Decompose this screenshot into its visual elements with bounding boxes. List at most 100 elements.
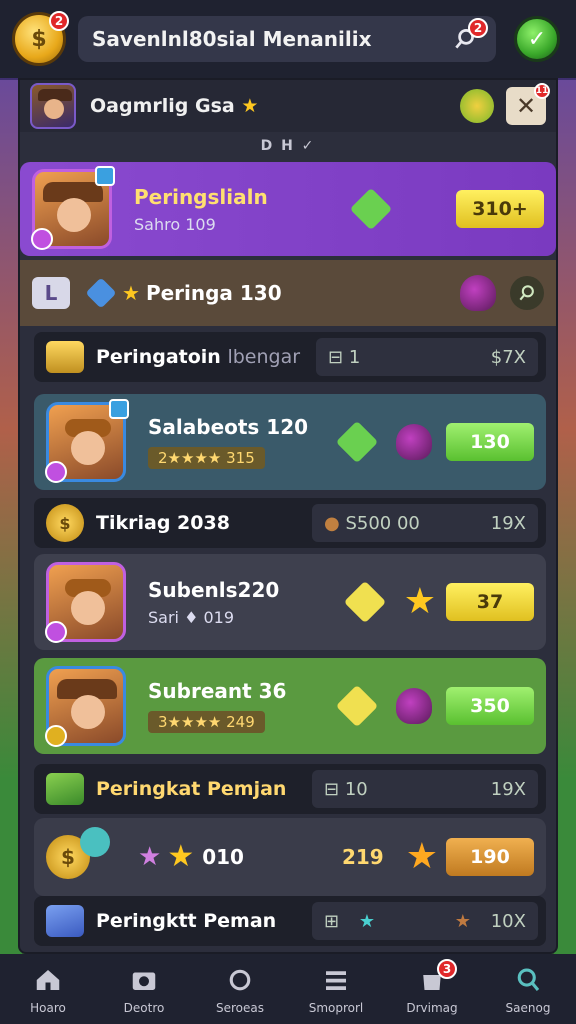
avatar	[31, 166, 115, 250]
avatar[interactable]	[30, 83, 76, 129]
row-subtitle: lbengar	[227, 346, 301, 368]
notification-badge: 2	[468, 18, 488, 38]
pouch-icon: ●	[324, 512, 346, 534]
leaderboard-row[interactable]: Salabeots 120 2★★★★ 315 130	[34, 394, 546, 490]
stat-value: 10X	[490, 910, 526, 932]
player-name: Salabeots 120	[148, 415, 309, 439]
player-score: Sahro 109	[134, 214, 216, 234]
box-icon: ⊟	[324, 778, 345, 800]
nav-camera[interactable]: Deotro	[99, 963, 189, 1015]
player-name: Peringslialn	[134, 184, 268, 209]
monster-icon	[460, 275, 496, 311]
nav-refresh[interactable]: Seroeas	[195, 963, 285, 1015]
nav-list[interactable]: Smoprorl	[291, 963, 381, 1015]
bottom-nav: Hoaro Deotro Seroeas Smoprorl 3 Drvimag …	[0, 954, 576, 1024]
notification-badge: 3	[437, 959, 457, 979]
leaf-icon	[46, 773, 84, 805]
player-score: 3★★★★ 249	[148, 711, 265, 733]
gem-icon	[335, 684, 379, 728]
player-points: 219	[341, 845, 384, 869]
home-icon	[31, 963, 65, 997]
leaderboard-row[interactable]: Subreant 36 3★★★★ 249 350	[34, 658, 546, 754]
leaderboard-row[interactable]: $ ★ ★ 010 219 ★ 190	[34, 818, 546, 896]
leaderboard-row[interactable]: Peringkat Pemjan ⊟ 10 19X	[34, 764, 546, 814]
gold-bar-icon	[46, 341, 84, 373]
close-button[interactable]: ✕ 11	[506, 83, 550, 125]
stat-box: ⊟ 1 $7X	[316, 338, 538, 376]
profile-button[interactable]: ✓	[514, 16, 560, 62]
star-icon: ★	[454, 910, 471, 932]
star-icon: ★	[122, 281, 140, 305]
star-icon: ★	[403, 581, 436, 622]
shield-icon	[46, 905, 84, 937]
avatar	[45, 562, 126, 643]
stat-value: 19X	[490, 512, 526, 534]
crystal-icon	[85, 277, 117, 309]
notification-badge: 11	[534, 83, 550, 99]
coin-icon: $	[46, 504, 84, 542]
leaf-icon: ✓	[527, 26, 547, 52]
puzzle-icon: ⊞	[324, 910, 340, 932]
leaderboard-row[interactable]: Peringktt Peman ⊞ ★ ★ 10X	[34, 896, 546, 946]
stat-box: ⊞ ★ ★ 10X	[312, 902, 538, 940]
leaderboard-row[interactable]: $ Tikriag 2038 ● S500 00 19X	[34, 498, 546, 548]
stat-value: $7X	[490, 346, 526, 368]
search-icon	[511, 963, 545, 997]
row-title: Peringkat Pemjan	[96, 778, 287, 800]
player-score: 2★★★★ 315	[148, 447, 265, 469]
refresh-icon	[223, 963, 257, 997]
value-pill: 130	[446, 423, 534, 461]
nav-search[interactable]: Saenog	[483, 963, 573, 1015]
avatar	[45, 399, 129, 483]
star-icon: ★	[405, 836, 438, 877]
search-icon[interactable]	[510, 276, 544, 310]
star-icon: ★	[138, 842, 162, 872]
leaderboard-panel: Oagmrlig Gsa ★ ✕ 11 D H ✓ Peringslialn S…	[18, 78, 558, 954]
leaderboard-row[interactable]: L ★ Peringa 130	[20, 260, 556, 326]
row-title: Tikriag 2038	[96, 512, 230, 534]
search-button[interactable]: 2	[448, 18, 488, 56]
cactus-icon	[460, 89, 494, 123]
monster-icon	[396, 424, 432, 460]
stat-box: ● S500 00 19X	[312, 504, 538, 542]
close-icon: ✕	[515, 92, 537, 120]
player-name: Subreant 36	[148, 679, 287, 703]
notification-badge: 2	[49, 11, 69, 31]
lollipop-icon	[80, 827, 110, 857]
title-box: Savenlnl80sial Menanilix 2	[78, 16, 496, 62]
coin-button[interactable]: $ 2	[12, 11, 69, 66]
nav-bag[interactable]: 3 Drvimag	[387, 959, 477, 1015]
list-icon	[319, 963, 353, 997]
page-title: Savenlnl80sial Menanilix	[92, 27, 372, 51]
row-title: Peringa 130	[145, 281, 282, 305]
leaderboard-row[interactable]: Peringatoin lbengar ⊟ 1 $7X	[34, 332, 546, 382]
leaderboard-row[interactable]: Peringslialn Sahro 109 310+	[20, 162, 556, 256]
value-pill: 37	[446, 583, 534, 621]
box-icon: ⊟	[328, 346, 349, 368]
value-pill: 350	[446, 687, 534, 725]
row-title: Peringatoin	[96, 346, 221, 368]
rank-icon: L	[32, 277, 70, 309]
star-icon: ★	[167, 839, 195, 874]
subtab-indicator[interactable]: D H ✓	[20, 132, 556, 160]
gem-icon	[335, 420, 379, 464]
gem-icon	[343, 580, 386, 624]
panel-title: Oagmrlig Gsa ★	[90, 95, 259, 117]
star-icon: ★	[241, 95, 259, 117]
player-score: Sari ♦ 019	[148, 607, 235, 627]
leaderboard-row[interactable]: Subenls220 Sari ♦ 019 ★ 37	[34, 554, 546, 650]
gem-icon	[349, 187, 393, 231]
star-icon: ★	[358, 910, 376, 932]
player-score: 010	[202, 845, 244, 869]
camera-icon	[127, 963, 161, 997]
monster-icon	[396, 688, 432, 724]
stat-value: 19X	[490, 778, 526, 800]
stat-box: ⊟ 10 19X	[312, 770, 538, 808]
panel-header: Oagmrlig Gsa ★ ✕ 11	[20, 80, 556, 132]
nav-home[interactable]: Hoaro	[3, 963, 93, 1015]
top-bar: $ 2 Savenlnl80sial Menanilix 2 ✓	[0, 0, 576, 78]
value-pill: 190	[446, 838, 534, 876]
coin-icon: $	[31, 26, 47, 52]
avatar	[45, 666, 126, 747]
value-pill: 310+	[456, 190, 544, 228]
